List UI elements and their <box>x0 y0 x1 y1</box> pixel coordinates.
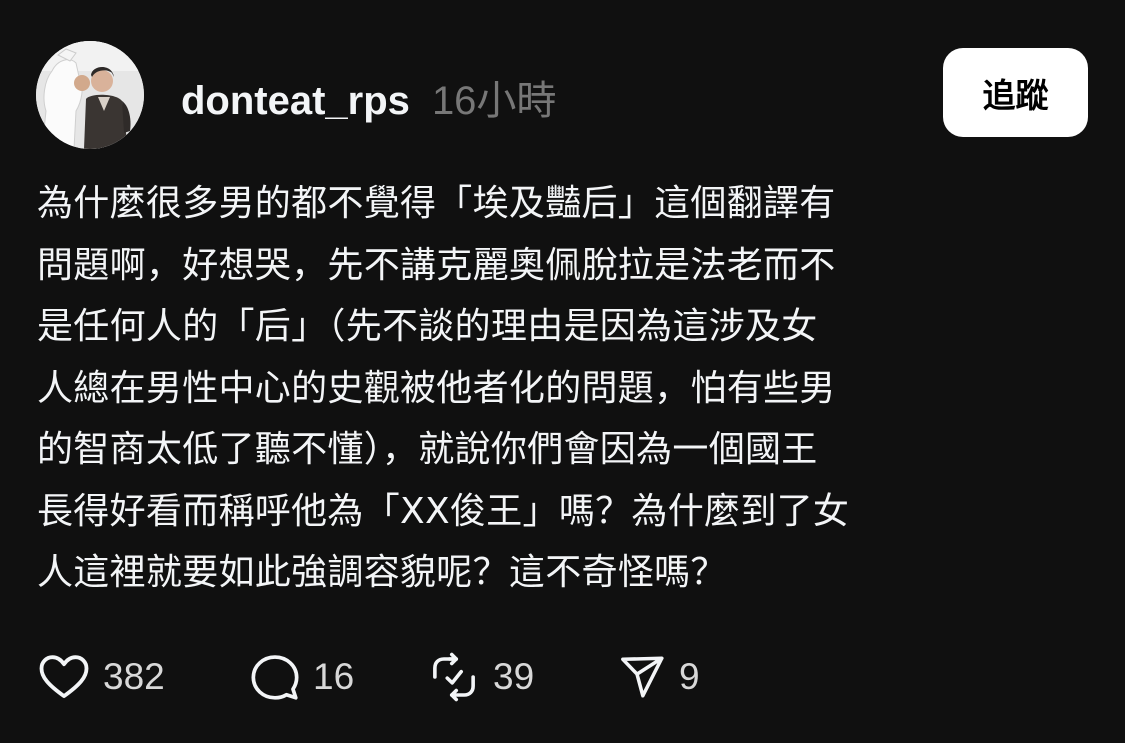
comment-bubble-icon <box>251 655 299 700</box>
avatar[interactable] <box>36 41 144 149</box>
follow-button[interactable]: 追蹤 <box>943 48 1088 137</box>
post-timestamp: 16小時 <box>431 79 557 123</box>
send-icon <box>621 656 664 698</box>
like-button[interactable]: 382 <box>37 647 165 707</box>
post-header: donteat_rps 16小時 <box>181 68 556 124</box>
repost-count: 39 <box>493 656 535 697</box>
heart-icon <box>39 655 89 699</box>
reply-count: 16 <box>313 656 355 697</box>
username[interactable]: donteat_rps <box>181 79 410 124</box>
repost-button[interactable]: 39 <box>427 647 534 707</box>
share-count: 9 <box>679 656 700 697</box>
post-body-text: 為什麼很多男的都不覺得「埃及豔后」這個翻譯有 問題啊，好想哭，先不講克麗奧佩脫拉… <box>37 183 850 593</box>
share-button[interactable]: 9 <box>617 647 700 707</box>
repost-icon <box>433 652 475 702</box>
like-count: 382 <box>103 656 165 697</box>
reply-button[interactable]: 16 <box>249 647 354 707</box>
avatar-photo <box>36 41 144 149</box>
